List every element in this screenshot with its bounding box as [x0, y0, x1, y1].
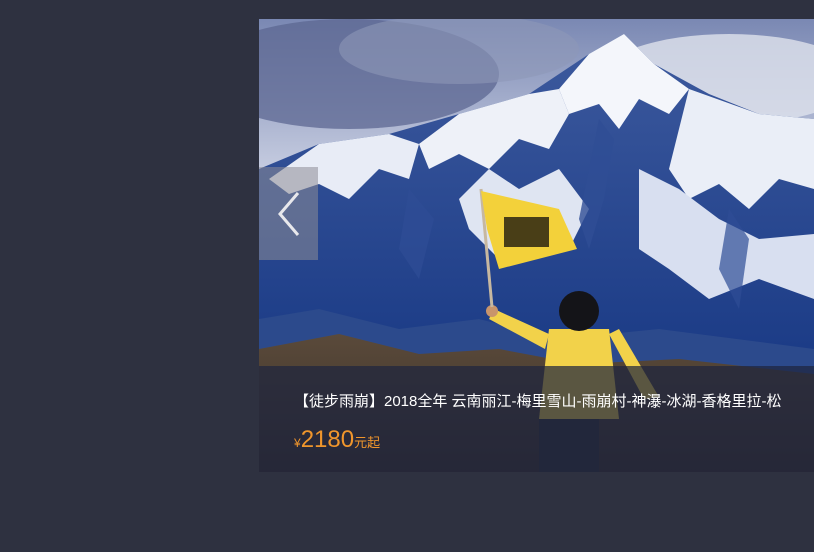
- product-card[interactable]: 【徒步雨崩】2018全年 云南丽江-梅里雪山-雨崩村-神瀑-冰湖-香格里拉-松 …: [259, 19, 814, 472]
- carousel-prev-button[interactable]: [259, 167, 318, 260]
- chevron-left-icon: [277, 191, 299, 236]
- price-amount: 2180: [300, 426, 355, 453]
- product-title[interactable]: 【徒步雨崩】2018全年 云南丽江-梅里雪山-雨崩村-神瀑-冰湖-香格里拉-松: [294, 390, 782, 411]
- price-currency: ¥: [294, 436, 301, 450]
- product-price: ¥2180元起: [294, 426, 380, 454]
- price-suffix: 元起: [354, 435, 381, 450]
- product-caption: 【徒步雨崩】2018全年 云南丽江-梅里雪山-雨崩村-神瀑-冰湖-香格里拉-松 …: [259, 366, 814, 472]
